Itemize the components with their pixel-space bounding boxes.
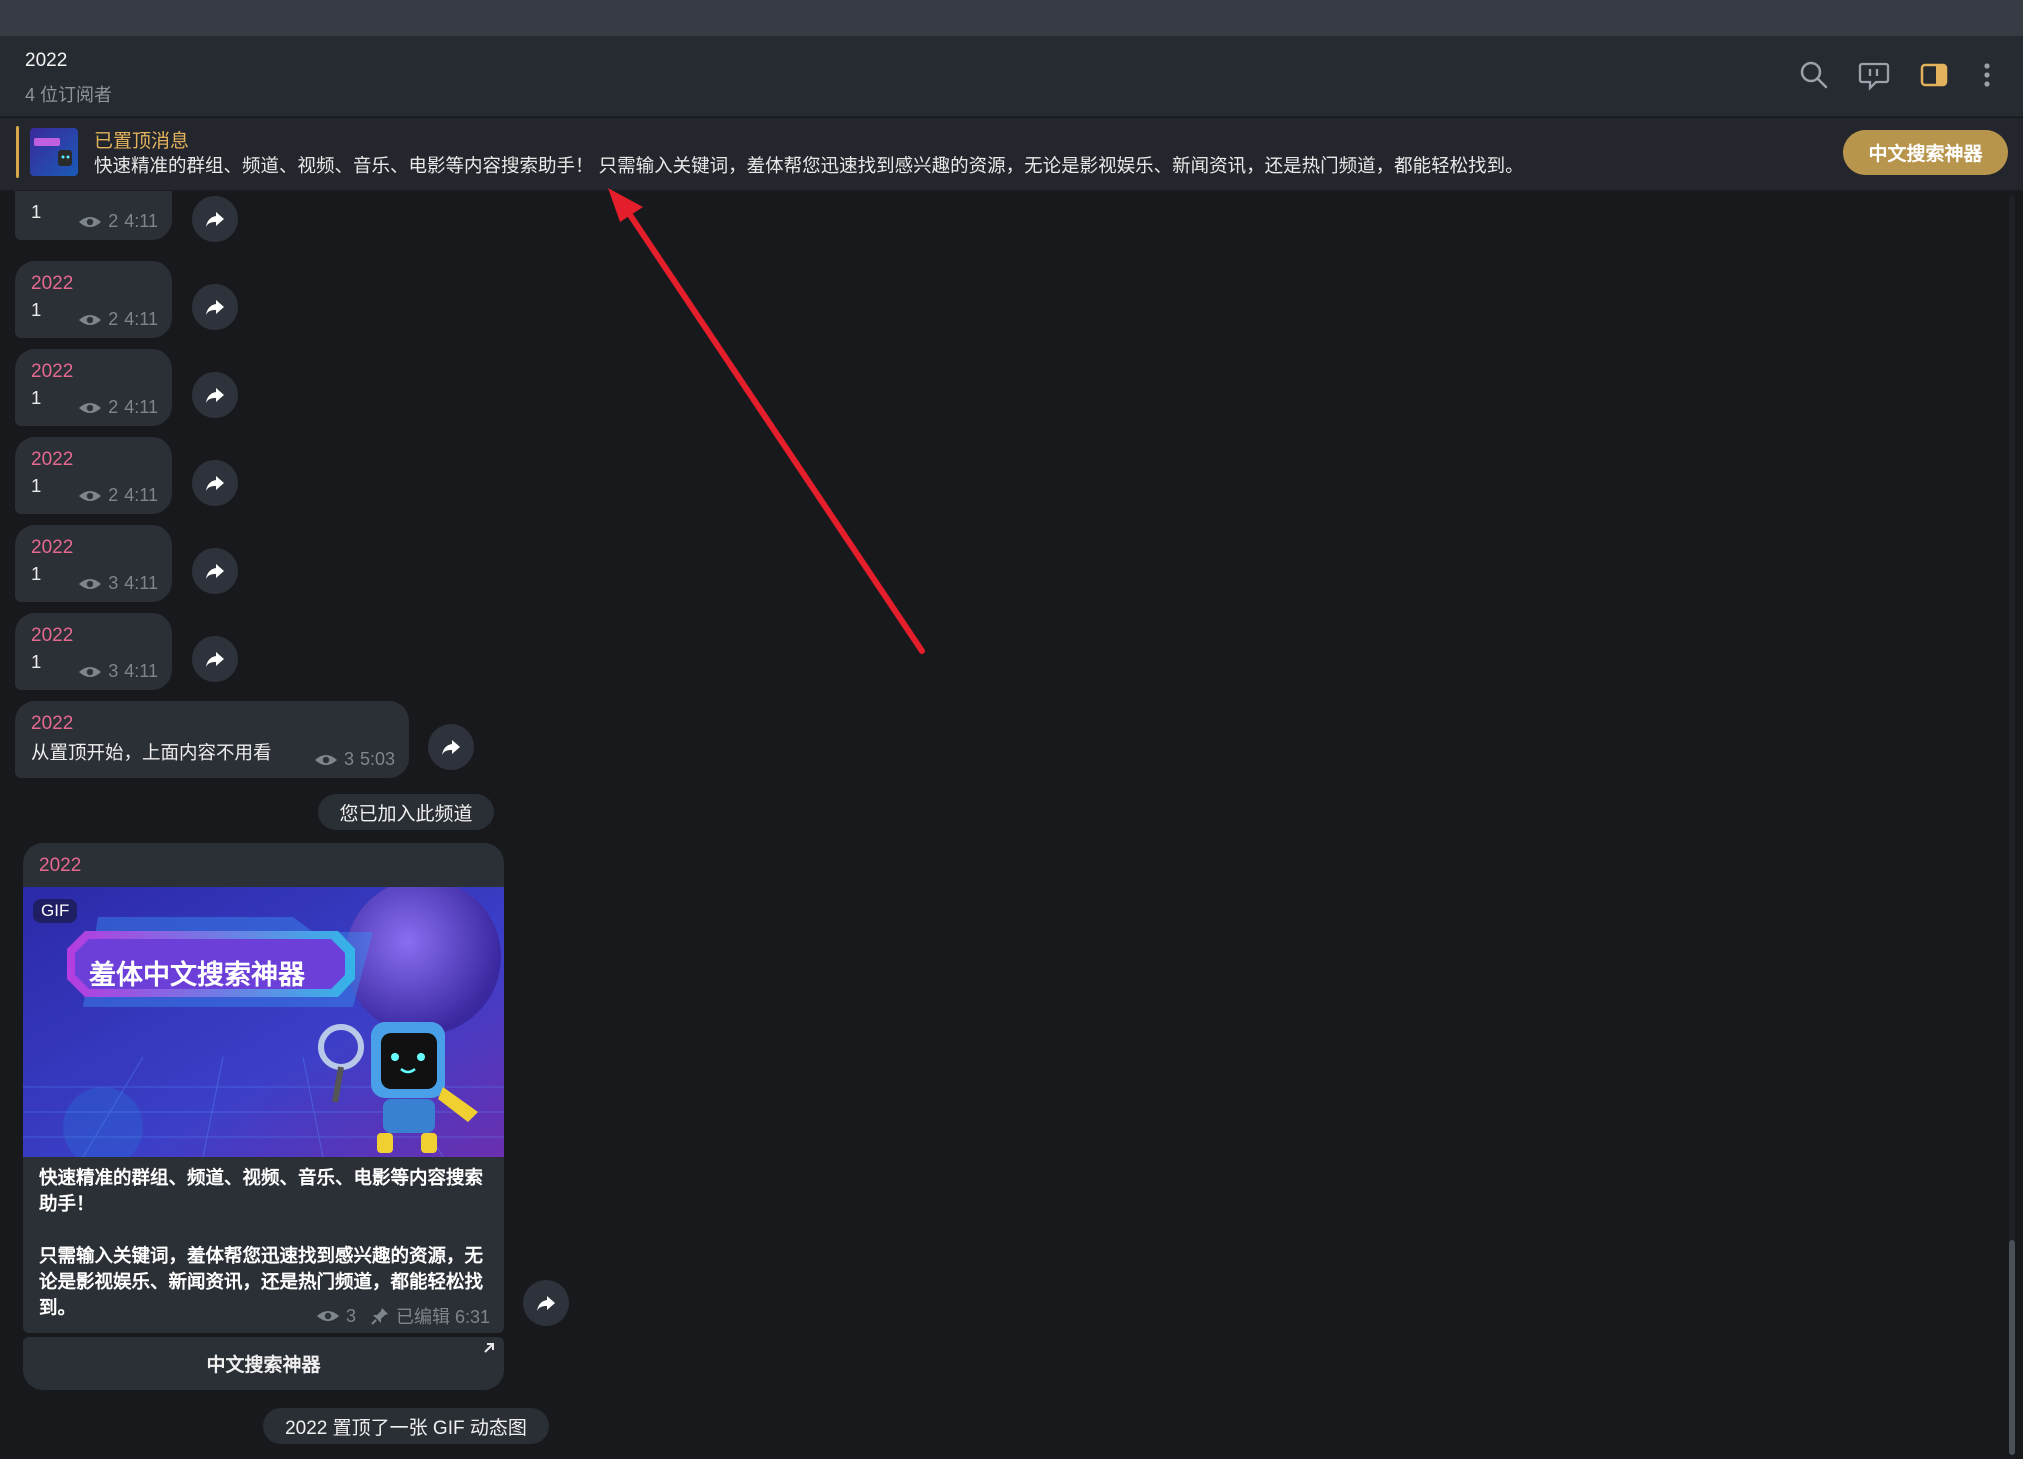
message-text: 1: [31, 387, 42, 408]
message-text: 1: [31, 563, 42, 584]
message-time: 4:11: [124, 211, 158, 231]
views-icon: [79, 490, 102, 501]
view-count: 3: [108, 661, 119, 681]
forward-button[interactable]: [192, 372, 238, 418]
service-joined: 您已加入此频道: [318, 794, 494, 830]
scrollbar-thumb[interactable]: [2009, 1240, 2015, 1455]
pinned-text: 快速精准的群组、频道、视频、音乐、电影等内容搜索助手！ 只需输入关键词，羞体帮您…: [94, 155, 1524, 176]
message-list[interactable]: 2022 1 2 4:11 2022 1 2 4:11 2022 1 2 4:1…: [0, 191, 2005, 1459]
message-bubble[interactable]: 2022 从置顶开始，上面内容不用看 3 5:03: [15, 701, 409, 778]
message-meta: 2 4:11: [78, 309, 158, 330]
forward-button[interactable]: [192, 196, 238, 242]
message-time: 5:03: [359, 749, 395, 769]
message-meta: 2 4:11: [78, 397, 158, 418]
message-text: 1: [31, 201, 42, 222]
views-icon: [314, 754, 337, 765]
message-time: 4:11: [124, 397, 158, 417]
message-text: 1: [31, 299, 42, 320]
pinned-label: 已置顶消息: [94, 131, 190, 152]
message-meta: 2 4:11: [78, 211, 158, 232]
message-text: 1: [31, 651, 42, 672]
forward-button[interactable]: [192, 636, 238, 682]
message-bubble[interactable]: 2022 1 3 4:11: [15, 613, 172, 690]
forward-button[interactable]: [523, 1280, 569, 1326]
message-author: 2022: [31, 361, 74, 382]
forward-icon: [206, 652, 224, 667]
gif-image[interactable]: [23, 887, 504, 1157]
inline-link-button[interactable]: 中文搜索神器: [23, 1337, 504, 1390]
view-count: 3: [343, 749, 354, 769]
view-count: 2: [108, 309, 119, 329]
side-panel-icon[interactable]: [1917, 58, 1951, 92]
search-icon[interactable]: [1797, 58, 1831, 92]
view-count: 2: [108, 397, 119, 417]
banner-text: 羞体中文搜索神器: [89, 960, 305, 990]
forward-icon: [206, 388, 224, 403]
message-bubble[interactable]: 2022 1 2 4:11: [15, 349, 172, 426]
pinned-thumbnail: [30, 128, 78, 176]
inline-link-label: 中文搜索神器: [206, 1355, 321, 1376]
message-text: 1: [31, 475, 42, 496]
pinned-indicator: [16, 126, 19, 178]
message-time: 4:11: [124, 573, 158, 593]
window-top-strip: [0, 0, 2023, 36]
forward-icon: [537, 1296, 555, 1311]
forward-icon: [206, 476, 224, 491]
discussion-icon[interactable]: [1857, 58, 1891, 92]
forward-icon: [442, 740, 460, 755]
forward-icon: [206, 300, 224, 315]
forward-icon: [206, 212, 224, 227]
message-author: 2022: [31, 191, 73, 197]
views-icon: [79, 578, 102, 589]
caption-paragraph: 快速精准的群组、频道、视频、音乐、电影等内容搜索助手！: [39, 1167, 484, 1214]
message-meta: 2 4:11: [78, 485, 158, 506]
message-meta: 3 4:11: [78, 573, 158, 594]
views-icon: [79, 216, 102, 227]
forward-button[interactable]: [428, 724, 474, 770]
channel-title[interactable]: 2022: [25, 50, 67, 72]
message-author: 2022: [31, 537, 74, 558]
pinned-action-button[interactable]: 中文搜索神器: [1843, 130, 2008, 175]
view-count: 2: [108, 485, 119, 505]
views-icon: [79, 666, 102, 677]
views-icon: [79, 402, 102, 413]
view-count: 2: [108, 211, 119, 231]
more-menu-icon[interactable]: [1970, 58, 2004, 92]
service-pinned-gif: 2022 置顶了一张 GIF 动态图: [263, 1408, 549, 1444]
edited-time: 已编辑 6:31: [395, 1307, 490, 1327]
message-meta: 3 5:03: [314, 749, 395, 770]
view-count: 3: [108, 573, 119, 593]
pin-icon: [371, 1308, 388, 1325]
message-author: 2022: [31, 713, 74, 734]
gif-badge: GIF: [33, 899, 78, 923]
message-author: 2022: [31, 625, 74, 646]
message-bubble[interactable]: 2022 1 2 4:11: [15, 437, 172, 514]
message-meta: 3 4:11: [78, 661, 158, 682]
message-author: 2022: [31, 273, 74, 294]
view-count: 3: [345, 1305, 356, 1326]
message-time: 4:11: [124, 485, 158, 505]
views-icon: [316, 1311, 339, 1321]
message-time: 4:11: [124, 661, 158, 681]
forward-button[interactable]: [192, 460, 238, 506]
forward-icon: [206, 564, 224, 579]
forward-button[interactable]: [192, 548, 238, 594]
gif-caption: 快速精准的群组、频道、视频、音乐、电影等内容搜索助手！ 只需输入关键词，羞体帮您…: [39, 1165, 491, 1321]
external-link-icon: [484, 1343, 494, 1353]
message-author: 2022: [39, 855, 82, 876]
message-meta: 3 已编辑 6:31: [316, 1303, 490, 1329]
gif-post[interactable]: 2022 GIF 羞体中文搜索神器 快速精准的群组、频道、视频、音乐、电影等内容…: [23, 843, 504, 1333]
message-bubble[interactable]: 2022 1 2 4:11: [15, 261, 172, 338]
message-bubble[interactable]: 2022 1 2 4:11: [15, 191, 172, 240]
views-icon: [79, 314, 102, 325]
message-time: 4:11: [124, 309, 158, 329]
message-bubble[interactable]: 2022 1 3 4:11: [15, 525, 172, 602]
chat-header: 2022 4 位订阅者: [0, 36, 2023, 117]
subscriber-count: 4 位订阅者: [25, 85, 113, 105]
forward-button[interactable]: [192, 284, 238, 330]
message-text: 从置顶开始，上面内容不用看: [31, 742, 272, 763]
pinned-message-bar[interactable]: 已置顶消息 快速精准的群组、频道、视频、音乐、电影等内容搜索助手！ 只需输入关键…: [0, 118, 2023, 191]
message-author: 2022: [31, 449, 74, 470]
